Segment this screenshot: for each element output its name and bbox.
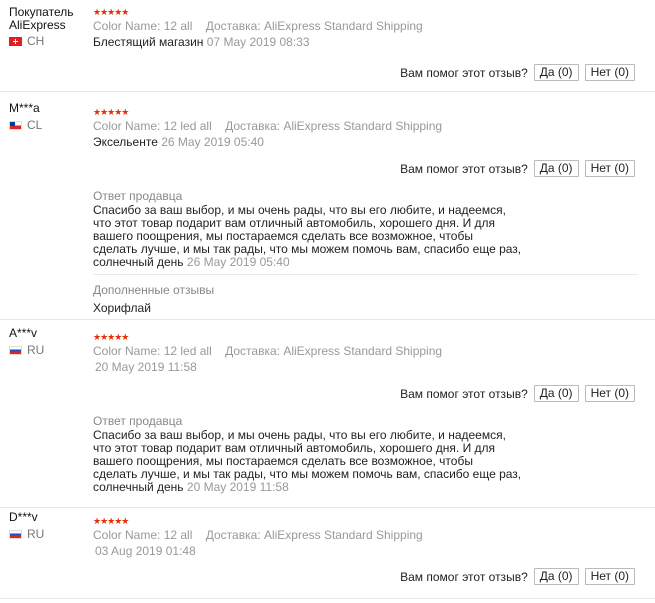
reviewer-info: A***v RU [9,327,44,357]
shipping-value: AliExpress Standard Shipping [263,19,423,33]
seller-reply-date: 26 May 2019 05:40 [186,255,290,269]
reviewer-info: Покупатель AliExpress CH [9,6,89,48]
review-text-line: Эксельенте 26 May 2019 05:40 [93,134,638,150]
flag-ru-icon [9,529,22,539]
flag-ch-icon [9,36,22,46]
review-text: Блестящий магазин [93,35,204,49]
shipping-label: Доставка: [205,19,261,33]
shipping-value: AliExpress Standard Shipping [283,119,443,133]
shipping-label: Доставка: [205,528,261,542]
review-text-line: 03 Aug 2019 01:48 [93,543,638,559]
seller-reply-title: Ответ продавца [93,189,183,203]
review-date: 20 May 2019 11:58 [95,360,197,374]
review-item: M***a CL ★★★★★ Color Name: 12 led all До… [0,102,655,320]
color-label: Color Name: [93,344,161,358]
additional-review: Дополненные отзывы Хорифлай [93,282,638,316]
color-label: Color Name: [93,19,161,33]
flag-cl-icon [9,120,22,130]
country-code: RU [27,343,45,357]
seller-reply-text: Спасибо за ваш выбор, и мы очень рады, ч… [93,428,522,494]
country-code: CH [27,34,45,48]
reviewer-name: A***v [9,326,38,340]
review-item: A***v RU ★★★★★ Color Name: 12 led all До… [0,327,655,508]
reviewer-info: D***v RU [9,511,44,541]
shipping-label: Доставка: [225,119,280,133]
reviewer-info: M***a CL [9,102,42,132]
review-meta: Color Name: 12 led all Доставка: AliExpr… [93,118,638,134]
helpful-no-button[interactable]: Нет (0) [584,64,635,81]
reviewer-country: RU [9,527,44,541]
color-label: Color Name: [93,119,161,133]
review-item: D***v RU ★★★★★ Color Name: 12 all Достав… [0,511,655,599]
color-value: 12 led all [163,119,212,133]
helpful-question: Вам помог этот отзыв? [400,386,528,401]
review-meta: Color Name: 12 all Доставка: AliExpress … [93,527,638,543]
divider [93,274,638,275]
color-value: 12 all [163,528,193,542]
helpful-question: Вам помог этот отзыв? [400,569,528,584]
color-label: Color Name: [93,528,161,542]
helpful-bar: Вам помог этот отзыв? Да (0) Нет (0) [400,385,635,402]
seller-reply-text: Спасибо за ваш выбор, и мы очень рады, ч… [93,203,522,269]
rating-stars: ★★★★★ [93,7,129,17]
helpful-yes-button[interactable]: Да (0) [533,385,579,402]
reviewer-country: RU [9,343,44,357]
reviewer-name: Покупатель AliExpress [9,5,74,32]
helpful-yes-button[interactable]: Да (0) [533,64,579,81]
reviewer-name: D***v [9,510,38,524]
helpful-bar: Вам помог этот отзыв? Да (0) Нет (0) [400,568,635,585]
helpful-question: Вам помог этот отзыв? [400,65,528,80]
review-content: ★★★★★ Color Name: 12 led all Доставка: A… [93,331,638,375]
review-content: ★★★★★ Color Name: 12 led all Доставка: A… [93,106,638,150]
seller-reply: Ответ продавца Спасибо за ваш выбор, и м… [93,188,638,269]
helpful-no-button[interactable]: Нет (0) [584,568,635,585]
review-text-line: 20 May 2019 11:58 [93,359,638,375]
helpful-question: Вам помог этот отзыв? [400,161,528,176]
reviewer-country: CH [9,34,89,48]
review-content: ★★★★★ Color Name: 12 all Доставка: AliEx… [93,6,638,50]
country-code: CL [27,118,43,132]
reviewer-name: M***a [9,101,40,115]
rating-stars: ★★★★★ [93,107,129,117]
review-meta: Color Name: 12 led all Доставка: AliExpr… [93,343,638,359]
helpful-yes-button[interactable]: Да (0) [533,568,579,585]
additional-review-title: Дополненные отзывы [93,283,215,297]
helpful-yes-button[interactable]: Да (0) [533,160,579,177]
review-date: 03 Aug 2019 01:48 [95,544,196,558]
seller-reply: Ответ продавца Спасибо за ваш выбор, и м… [93,413,638,494]
shipping-label: Доставка: [225,344,280,358]
additional-review-text: Хорифлай [93,301,151,315]
helpful-no-button[interactable]: Нет (0) [584,160,635,177]
rating-stars: ★★★★★ [93,332,129,342]
country-code: RU [27,527,45,541]
helpful-bar: Вам помог этот отзыв? Да (0) Нет (0) [400,160,635,177]
review-text-line: Блестящий магазин 07 May 2019 08:33 [93,34,638,50]
seller-reply-title: Ответ продавца [93,414,183,428]
helpful-bar: Вам помог этот отзыв? Да (0) Нет (0) [400,64,635,81]
review-text: Эксельенте [93,135,158,149]
flag-ru-icon [9,345,22,355]
review-meta: Color Name: 12 all Доставка: AliExpress … [93,18,638,34]
rating-stars: ★★★★★ [93,516,129,526]
reviewer-country: CL [9,118,42,132]
seller-reply-body: Спасибо за ваш выбор, и мы очень рады, ч… [93,429,638,494]
review-item: Покупатель AliExpress CH ★★★★★ Color Nam… [0,6,655,92]
review-date: 26 May 2019 05:40 [161,135,264,149]
shipping-value: AliExpress Standard Shipping [263,528,423,542]
review-date: 07 May 2019 08:33 [206,35,310,49]
helpful-no-button[interactable]: Нет (0) [584,385,635,402]
review-content: ★★★★★ Color Name: 12 all Доставка: AliEx… [93,515,638,559]
color-value: 12 led all [163,344,212,358]
color-value: 12 all [163,19,193,33]
seller-reply-body: Спасибо за ваш выбор, и мы очень рады, ч… [93,204,638,269]
seller-reply-date: 20 May 2019 11:58 [186,480,289,494]
shipping-value: AliExpress Standard Shipping [283,344,443,358]
